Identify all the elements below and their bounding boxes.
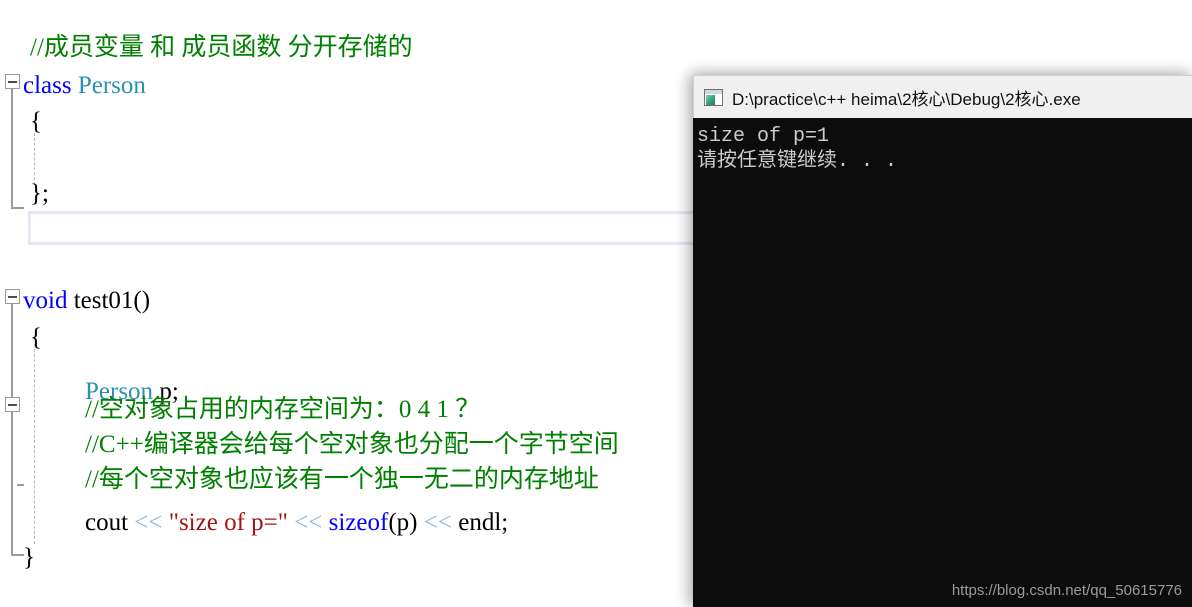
code-token: endl; <box>458 509 509 536</box>
code-token: //空对象占用的内存空间为：0 4 1 ？ <box>85 396 481 423</box>
code-token: { <box>30 324 42 351</box>
collapse-minus-icon[interactable] <box>5 397 20 412</box>
code-line[interactable]: //C++编译器会给每个空对象也分配一个字节空间 <box>85 425 619 465</box>
code-token: << <box>134 509 169 536</box>
code-token: void <box>23 287 74 314</box>
code-token: class <box>23 72 78 99</box>
code-line[interactable]: cout << "size of p=" << sizeof(p) << end… <box>85 503 508 543</box>
fold-region-end <box>11 207 24 209</box>
code-token: "size of p=" <box>168 509 288 536</box>
fold-region-tick <box>17 484 24 486</box>
code-line[interactable]: void test01() <box>23 281 150 321</box>
indent-guide <box>34 344 36 544</box>
code-line[interactable]: //空对象占用的内存空间为：0 4 1 ？ <box>85 390 480 430</box>
code-token: test01() <box>73 287 151 314</box>
code-line[interactable]: class Person <box>23 66 146 106</box>
console-window-icon <box>704 88 723 106</box>
code-token: { <box>30 108 42 135</box>
console-title-text: D:\practice\c++ heima\2核心\Debug\2核心.exe <box>732 89 1081 109</box>
code-line[interactable]: //每个空对象也应该有一个独一无二的内存地址 <box>85 460 599 500</box>
console-titlebar[interactable]: D:\practice\c++ heima\2核心\Debug\2核心.exe <box>693 75 1192 118</box>
code-token: } <box>23 544 35 571</box>
collapse-minus-icon[interactable] <box>5 289 20 304</box>
code-token: (p) <box>388 509 424 536</box>
code-line[interactable]: //成员变量 和 成员函数 分开存储的 <box>30 28 413 68</box>
code-line[interactable]: { <box>30 102 42 142</box>
code-line[interactable]: }; <box>30 174 49 214</box>
code-token: sizeof <box>328 509 389 536</box>
code-token: << <box>423 509 459 536</box>
code-line[interactable]: } <box>23 538 35 578</box>
console-window[interactable]: D:\practice\c++ heima\2核心\Debug\2核心.exe … <box>693 75 1192 607</box>
watermark-text: https://blog.csdn.net/qq_50615776 <box>951 582 1182 599</box>
code-token: << <box>287 509 329 536</box>
code-token: //C++编译器会给每个空对象也分配一个字节空间 <box>85 431 619 458</box>
code-line[interactable]: { <box>30 318 42 358</box>
fold-region-line <box>11 304 13 554</box>
collapse-minus-icon[interactable] <box>5 74 20 89</box>
fold-region-line <box>11 89 13 207</box>
code-token: //成员变量 和 成员函数 分开存储的 <box>30 34 413 61</box>
code-token: //每个空对象也应该有一个独一无二的内存地址 <box>85 466 599 493</box>
code-token: Person <box>77 72 146 99</box>
code-token: cout <box>85 509 135 536</box>
console-output-line: size of p=1 <box>697 125 830 148</box>
console-output-line: 请按任意键继续. . . <box>697 150 898 173</box>
code-token: }; <box>30 180 49 207</box>
console-output-area[interactable]: size of p=1 请按任意键继续. . . <box>693 118 1192 607</box>
